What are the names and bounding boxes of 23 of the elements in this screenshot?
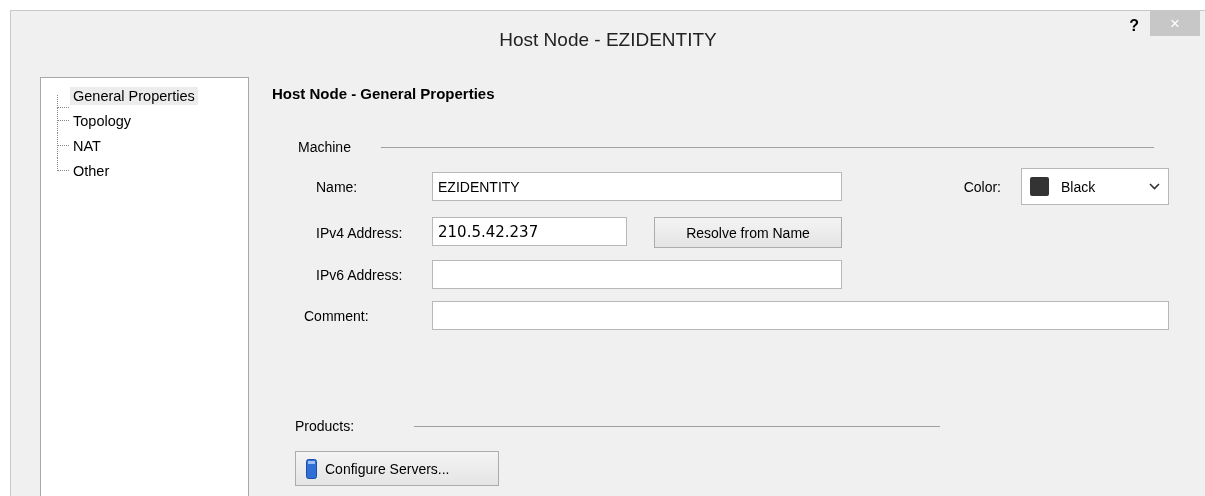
server-icon bbox=[306, 458, 317, 479]
tree-item[interactable]: General Properties bbox=[70, 86, 198, 105]
field-label: IPv4 Address: bbox=[316, 224, 404, 241]
field-label: Name: bbox=[316, 178, 359, 195]
configure-servers-button[interactable]: Configure Servers... bbox=[295, 451, 499, 486]
tree-item[interactable]: Topology bbox=[70, 111, 135, 130]
resolve-button[interactable]: Resolve from Name bbox=[654, 217, 842, 248]
color-dropdown[interactable]: Black bbox=[1021, 168, 1169, 205]
ipv6-field[interactable] bbox=[432, 260, 842, 289]
name-field[interactable]: EZIDENTITY bbox=[432, 172, 842, 201]
field-label: Color: bbox=[963, 178, 1001, 195]
group-label: Machine bbox=[298, 139, 351, 155]
tree-item[interactable]: Other bbox=[70, 161, 113, 180]
field-label: IPv6 Address: bbox=[316, 266, 404, 283]
help-button[interactable]: ? bbox=[1125, 17, 1143, 35]
field-label: Comment: bbox=[304, 307, 370, 324]
section-heading: Host Node - General Properties bbox=[272, 85, 496, 102]
ipv4-field[interactable]: 210.5.42.237 bbox=[432, 217, 627, 246]
caret-icon bbox=[1149, 183, 1160, 190]
comment-field[interactable] bbox=[432, 301, 1169, 330]
group-label: Products: bbox=[295, 418, 355, 434]
window-title: Host Node - EZIDENTITY bbox=[499, 29, 717, 51]
tree-item[interactable]: NAT bbox=[70, 136, 104, 155]
